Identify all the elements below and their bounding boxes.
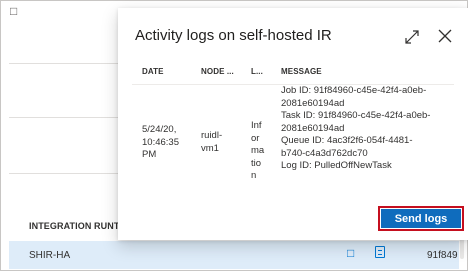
message-line: 2081e60194ad bbox=[281, 97, 345, 109]
level-line: ma bbox=[251, 145, 265, 156]
column-header-node[interactable]: NODE ... bbox=[201, 67, 234, 76]
date-line: PM bbox=[142, 149, 157, 160]
column-header-level[interactable]: L... bbox=[251, 67, 263, 76]
table-row[interactable]: SHIR-HA □ 91f849 bbox=[9, 241, 459, 269]
runtime-id: 91f849 bbox=[427, 250, 458, 261]
chat-icon[interactable]: □ bbox=[347, 247, 360, 259]
log-message-cell: Job ID: 91f84960-c45e-42f4-a0eb- 2081e60… bbox=[281, 85, 461, 173]
checkbox-icon: □ bbox=[10, 4, 18, 18]
message-line: Queue ID: 4ac3f2f6-054f-4481- bbox=[281, 135, 413, 146]
runtime-name: SHIR-HA bbox=[29, 250, 71, 261]
date-line: 10:46:35 bbox=[142, 136, 179, 148]
node-line: ruidl- bbox=[201, 130, 223, 141]
expand-icon[interactable] bbox=[405, 30, 419, 44]
level-line: n bbox=[251, 170, 257, 181]
send-logs-button[interactable]: Send logs bbox=[381, 209, 461, 228]
message-line: Job ID: 91f84960-c45e-42f4-a0eb- bbox=[281, 85, 427, 96]
column-header-message[interactable]: MESSAGE bbox=[281, 67, 322, 76]
log-level-cell: Inf or ma tio n bbox=[251, 120, 269, 183]
node-line: vm1 bbox=[201, 142, 219, 154]
level-line: Inf bbox=[251, 120, 262, 131]
log-node-cell: ruidl- vm1 bbox=[201, 130, 245, 155]
close-icon[interactable] bbox=[437, 28, 453, 44]
message-line: Log ID: PulledOffNewTask bbox=[281, 160, 392, 171]
level-line: or bbox=[251, 132, 260, 144]
date-line: 5/24/20, bbox=[142, 124, 177, 135]
message-line: 2081e60194ad bbox=[281, 122, 345, 134]
dialog-title: Activity logs on self-hosted IR bbox=[135, 27, 332, 44]
level-line: tio bbox=[251, 157, 262, 169]
column-header-date[interactable]: DATE bbox=[142, 67, 164, 76]
document-icon[interactable] bbox=[375, 246, 385, 258]
message-line: Task ID: 91f84960-c45e-42f4-a0eb- bbox=[281, 110, 431, 121]
log-date-cell: 5/24/20, 10:46:35 PM bbox=[142, 124, 194, 162]
message-line: b740-c4a3d762dc70 bbox=[281, 147, 368, 159]
